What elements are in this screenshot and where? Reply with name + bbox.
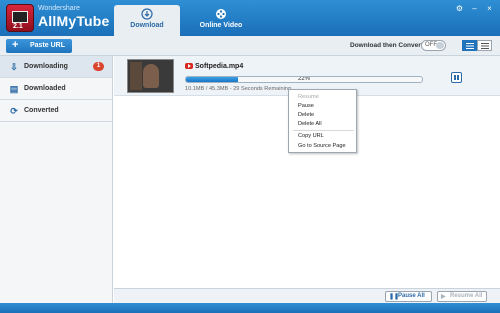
view-switcher: [462, 40, 492, 51]
progress-text: 22%: [297, 76, 310, 82]
download-status: 10.1MB / 45.3MB - 29 Seconds Remaining: [185, 86, 292, 92]
sidebar-item-converted[interactable]: ⟳ Converted: [0, 100, 112, 122]
sidebar-item-downloading[interactable]: ⇩ Downloading 1: [0, 56, 112, 78]
menu-item-go-to-source[interactable]: Go to Source Page: [298, 143, 346, 149]
detail-view-icon: [480, 43, 489, 49]
title-bar: 2.1 Wondershare AllMyTube Download Onlin…: [0, 0, 500, 36]
download-then-convert-label: Download then Convert: [350, 42, 423, 49]
context-menu: Resume Pause Delete Delete All Copy URL …: [288, 89, 357, 153]
brand-name: AllMyTube: [38, 13, 110, 29]
menu-item-delete[interactable]: Delete: [298, 112, 314, 118]
close-button[interactable]: ×: [485, 4, 494, 13]
list-view-button[interactable]: [462, 40, 477, 51]
resume-all-button[interactable]: ▶ Resume All: [437, 291, 487, 302]
tab-online-video[interactable]: Online Video: [188, 5, 254, 36]
convert-cycle-icon: ⟳: [10, 106, 18, 116]
sidebar-item-label: Downloading: [24, 63, 68, 70]
pause-button[interactable]: [451, 72, 462, 83]
download-tray-icon: ⇩: [10, 62, 18, 72]
logo-number: 2.1: [13, 23, 23, 30]
menu-item-pause[interactable]: Pause: [298, 103, 314, 109]
film-reel-icon: [216, 9, 226, 19]
toggle-knob: [436, 42, 444, 49]
sidebar: ⇩ Downloading 1 ▤ Downloaded ⟳ Converted: [0, 56, 113, 303]
file-name: Softpedia.mp4: [195, 63, 244, 70]
paste-url-button[interactable]: + Paste URL: [6, 39, 72, 53]
thumbnail-background: [130, 62, 142, 90]
sidebar-item-downloaded[interactable]: ▤ Downloaded: [0, 78, 112, 100]
tab-download-label: Download: [130, 22, 164, 29]
count-badge: 1: [93, 62, 104, 71]
progress-bar: 22%: [185, 76, 423, 83]
pause-all-button[interactable]: ❚❚ Pause All: [385, 291, 432, 302]
footer-bar: ❚❚ Pause All ▶ Resume All: [114, 288, 500, 303]
minimize-button[interactable]: –: [470, 4, 479, 13]
tab-online-video-label: Online Video: [199, 22, 243, 29]
sidebar-item-label: Downloaded: [24, 85, 66, 92]
logo-screen: [12, 11, 28, 23]
menu-item-copy-url[interactable]: Copy URL: [298, 133, 324, 139]
resume-all-label: Resume All: [450, 293, 483, 299]
menu-separator: [293, 130, 354, 131]
bottom-bar: [0, 303, 500, 313]
pause-all-label: Pause All: [398, 293, 425, 299]
list-view-icon: [465, 43, 474, 49]
pause-icon: ❚❚: [389, 294, 400, 300]
sidebar-item-label: Converted: [24, 107, 59, 114]
download-circle-icon: [141, 8, 153, 20]
menu-item-resume[interactable]: Resume: [298, 94, 319, 100]
window-controls: ⚙ – ×: [455, 4, 494, 13]
downloaded-stack-icon: ▤: [9, 84, 19, 94]
youtube-icon: [185, 63, 193, 69]
play-icon: ▶: [441, 294, 446, 300]
tab-download[interactable]: Download: [114, 5, 180, 36]
video-thumbnail: [127, 59, 174, 93]
download-then-convert-toggle[interactable]: OFF: [421, 40, 446, 51]
plus-icon: +: [12, 39, 19, 51]
app-logo: 2.1: [6, 4, 34, 32]
paste-url-label: Paste URL: [30, 42, 66, 49]
menu-item-delete-all[interactable]: Delete All: [298, 121, 322, 127]
toolbar: + Paste URL Download then Convert OFF: [0, 36, 500, 56]
gear-icon[interactable]: ⚙: [455, 4, 464, 13]
brand-vendor: Wondershare: [38, 5, 80, 12]
app-window: 2.1 Wondershare AllMyTube Download Onlin…: [0, 0, 500, 313]
detail-view-button[interactable]: [477, 40, 492, 51]
thumbnail-figure: [143, 64, 159, 88]
